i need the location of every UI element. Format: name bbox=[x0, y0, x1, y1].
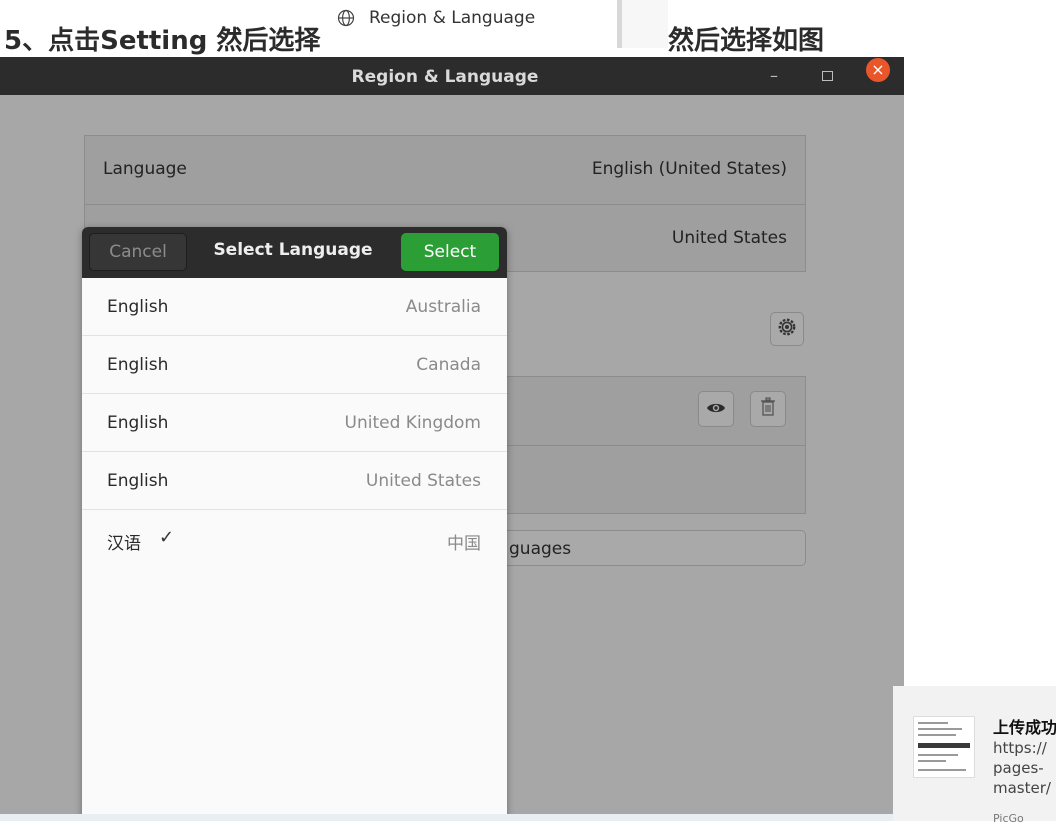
select-button[interactable]: Select bbox=[401, 233, 499, 271]
language-option-english-canada[interactable]: English Canada bbox=[82, 336, 507, 394]
language-region: United States bbox=[365, 471, 481, 491]
upload-thumbnail bbox=[913, 716, 975, 778]
language-list: English Australia English Canada English… bbox=[82, 278, 507, 568]
eye-icon bbox=[706, 400, 726, 419]
notification-source: PicGo bbox=[993, 812, 1024, 825]
thumbnail-line bbox=[918, 722, 948, 724]
thumbnail-line bbox=[918, 754, 958, 756]
window-title: Region & Language bbox=[351, 67, 539, 87]
maximize-button[interactable] bbox=[822, 71, 833, 81]
notification-line: https:// bbox=[993, 739, 1047, 757]
window-titlebar[interactable]: Region & Language – × bbox=[0, 57, 904, 95]
thumbnail-bar bbox=[918, 743, 970, 748]
trash-icon bbox=[760, 397, 776, 421]
thumbnail-line bbox=[918, 734, 956, 736]
notification-body: https:// pages- master/ bbox=[993, 738, 1051, 798]
language-name: 汉语 bbox=[107, 534, 141, 554]
language-row[interactable]: Language English (United States) bbox=[85, 136, 805, 204]
language-option-english-australia[interactable]: English Australia bbox=[82, 278, 507, 336]
notification-line: pages- bbox=[993, 759, 1044, 777]
inline-divider bbox=[617, 0, 668, 48]
minimize-button[interactable]: – bbox=[770, 66, 786, 86]
gear-icon bbox=[777, 317, 797, 341]
language-region: 中国 bbox=[447, 534, 481, 554]
language-region: Canada bbox=[416, 355, 481, 375]
thumbnail-line bbox=[918, 760, 946, 762]
manage-languages-label: guages bbox=[509, 539, 572, 559]
inline-region-language-item: Region & Language bbox=[337, 8, 535, 28]
notification-title: 上传成功 bbox=[993, 718, 1056, 737]
language-name: English bbox=[107, 413, 169, 433]
checkmark-icon: ✓ bbox=[159, 527, 175, 548]
instruction-suffix-text: 然后选择如图 bbox=[668, 26, 825, 56]
preview-layout-button[interactable] bbox=[698, 391, 734, 427]
language-region: Australia bbox=[405, 297, 481, 317]
language-option-english-united-states[interactable]: English United States bbox=[82, 452, 507, 510]
dialog-header: Cancel Select Language Select bbox=[82, 227, 507, 278]
globe-icon bbox=[337, 9, 355, 27]
language-region: United Kingdom bbox=[344, 413, 481, 433]
language-option-chinese-china[interactable]: 汉语 ✓ 中国 bbox=[82, 510, 507, 568]
inline-item-label: Region & Language bbox=[369, 8, 536, 28]
formats-row-value: United States bbox=[671, 228, 787, 248]
dialog-title: Select Language bbox=[213, 240, 373, 260]
input-sources-options-button[interactable] bbox=[770, 312, 804, 346]
region-language-window: Region & Language – × Language English (… bbox=[0, 57, 904, 821]
cancel-button[interactable]: Cancel bbox=[89, 233, 187, 271]
upload-success-notification[interactable]: 上传成功 https:// pages- master/ PicGo bbox=[893, 686, 1056, 825]
select-language-dialog: Cancel Select Language Select English Au… bbox=[82, 227, 507, 821]
language-name: English bbox=[107, 471, 169, 491]
language-row-label: Language bbox=[103, 159, 187, 179]
close-button[interactable]: × bbox=[866, 58, 890, 82]
language-name: English bbox=[107, 297, 169, 317]
remove-input-source-button[interactable] bbox=[750, 391, 786, 427]
thumbnail-line bbox=[918, 728, 962, 730]
thumbnail-line bbox=[918, 769, 966, 771]
language-row-value: English (United States) bbox=[591, 159, 787, 179]
instruction-banner: 5、点击Setting 然后选择 Region & Language 然后选择如… bbox=[0, 0, 1056, 57]
language-option-english-united-kingdom[interactable]: English United Kingdom bbox=[82, 394, 507, 452]
language-name: English bbox=[107, 355, 169, 375]
notification-line: master/ bbox=[993, 779, 1051, 797]
instruction-step-text: 5、点击Setting 然后选择 bbox=[4, 26, 321, 56]
